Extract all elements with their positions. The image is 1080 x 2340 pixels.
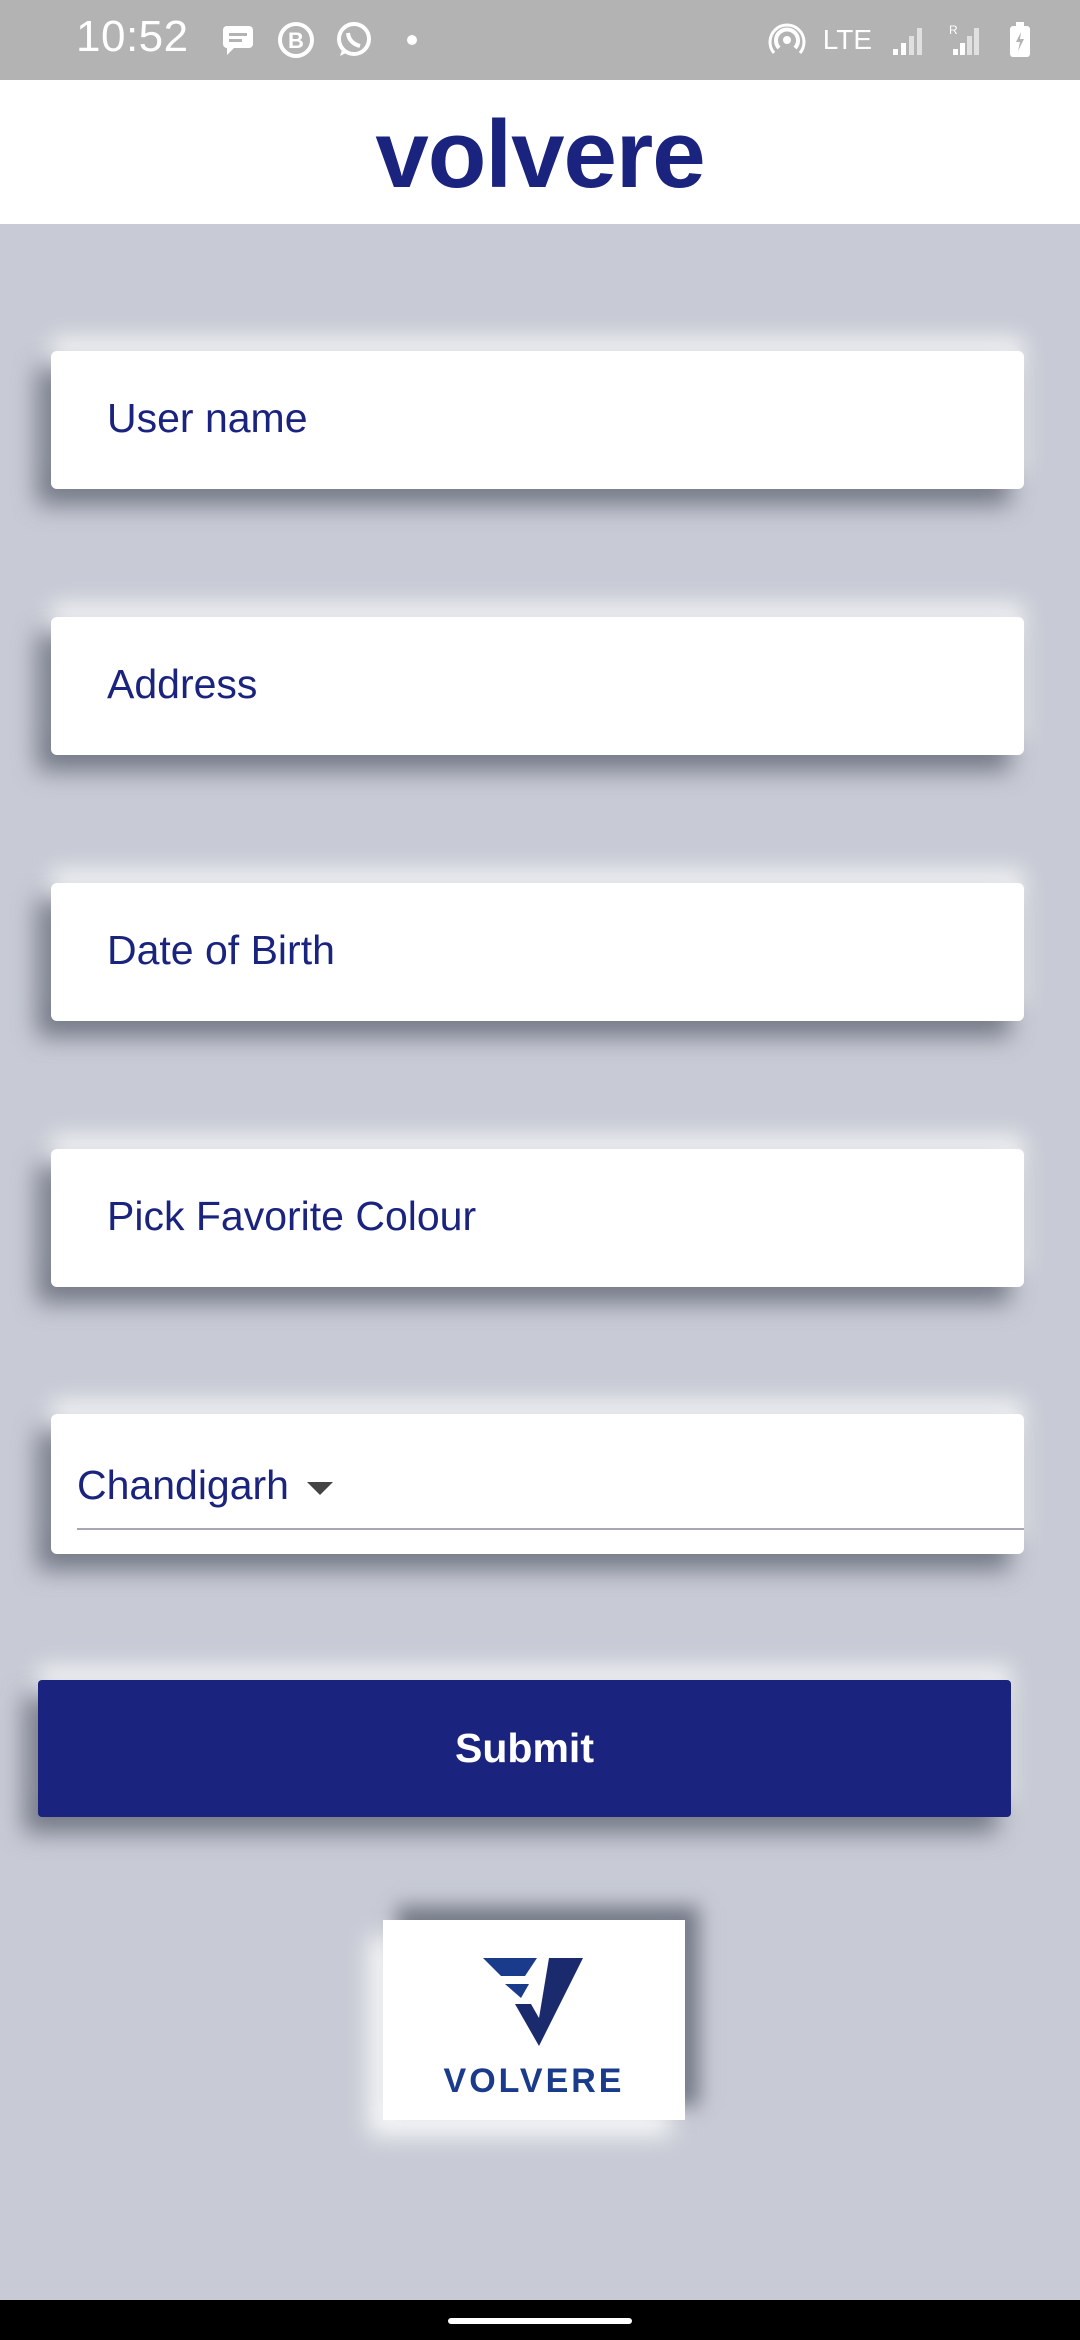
status-bar: 10:52 B LTE R [0, 0, 1080, 80]
date-of-birth-field[interactable]: Date of Birth [51, 883, 1024, 1021]
volvere-v-logo-icon [483, 1958, 583, 2046]
svg-text:R: R [949, 23, 958, 37]
svg-text:B: B [288, 28, 304, 53]
address-placeholder: Address [107, 661, 258, 707]
app-title: volvere [375, 101, 705, 208]
dot-icon [392, 20, 432, 60]
volvere-logo: VOLVERE [383, 1920, 685, 2120]
city-dropdown-card: Chandigarh [51, 1414, 1024, 1554]
notification-icons: B [218, 20, 432, 60]
favorite-colour-field[interactable]: Pick Favorite Colour [51, 1149, 1024, 1287]
b-badge-icon: B [276, 20, 316, 60]
status-time: 10:52 [76, 12, 189, 61]
battery-icon [1000, 20, 1040, 60]
network-type: LTE [822, 24, 872, 55]
username-placeholder: User name [107, 395, 308, 441]
username-field[interactable]: User name [51, 351, 1024, 489]
message-icon [218, 20, 258, 60]
app-bar: volvere [0, 80, 1080, 224]
dob-placeholder: Date of Birth [107, 927, 335, 973]
dropdown-arrow-icon[interactable] [307, 1482, 333, 1495]
roaming-signal-icon: R [944, 20, 984, 60]
system-icons: LTE R [767, 20, 1040, 60]
home-gesture-handle[interactable] [448, 2318, 632, 2324]
submit-button[interactable]: Submit [38, 1680, 1011, 1817]
whatsapp-icon [334, 20, 374, 60]
navigation-bar [0, 2300, 1080, 2340]
city-selected-value: Chandigarh [77, 1462, 289, 1508]
colour-placeholder: Pick Favorite Colour [107, 1193, 477, 1239]
signal-icon [888, 20, 928, 60]
hotspot-icon [767, 20, 807, 60]
city-dropdown[interactable]: Chandigarh [77, 1462, 1024, 1530]
logo-wordmark: VOLVERE [443, 2062, 625, 2100]
address-field[interactable]: Address [51, 617, 1024, 755]
